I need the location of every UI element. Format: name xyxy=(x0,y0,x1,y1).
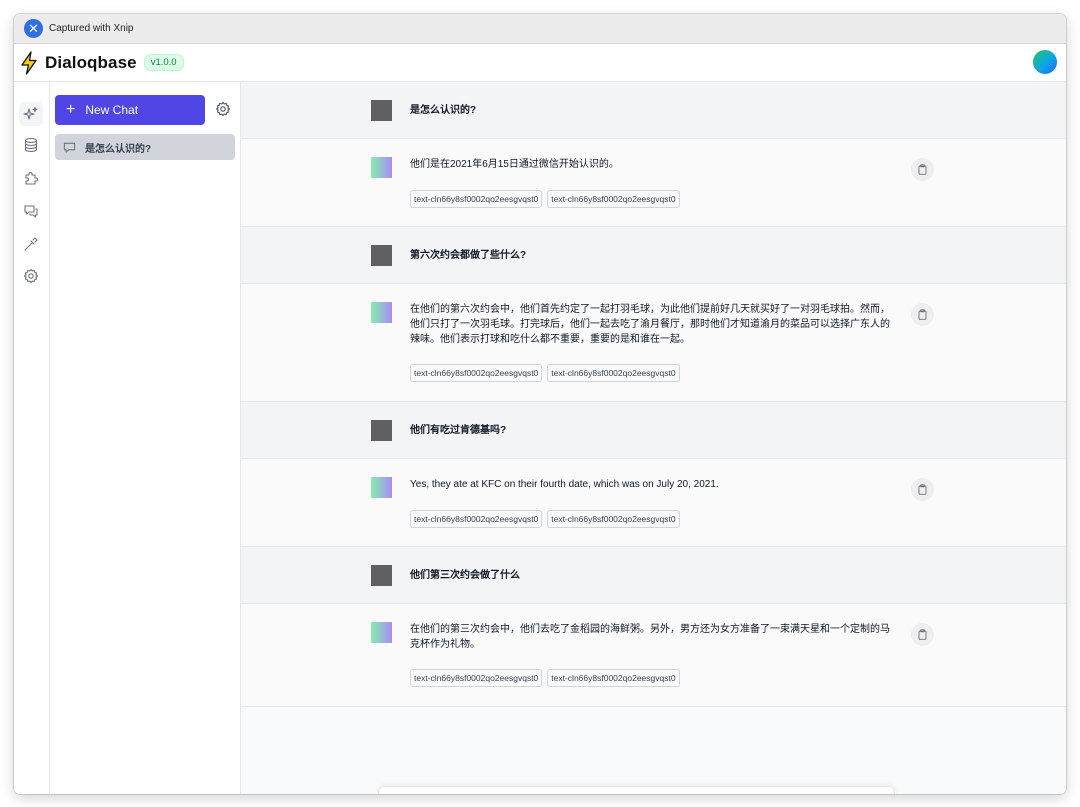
icon-rail xyxy=(14,82,50,794)
history-item[interactable]: 是怎么认识的? xyxy=(55,134,235,160)
plus-icon: + xyxy=(66,101,76,118)
xnip-icon: ✕ xyxy=(24,19,43,38)
version-badge: v1.0.0 xyxy=(143,54,184,71)
user-avatar[interactable] xyxy=(1033,50,1057,74)
chat-sidebar: + New Chat 是怎么认识的? xyxy=(50,82,241,794)
message-text: 在他们的第六次约会中，他们首先约定了一起打羽毛球，为此他们提前好几天就买好了一对… xyxy=(410,304,890,345)
message-text: 是怎么认识的? xyxy=(410,105,477,116)
source-tag[interactable]: text-cln66y8sf0002qo2eesgvqst0 xyxy=(410,364,543,382)
clipboard-icon xyxy=(918,309,927,320)
source-tag[interactable]: text-cln66y8sf0002qo2eesgvqst0 xyxy=(410,190,543,208)
message-text: 他们第三次约会做了什么 xyxy=(410,570,520,581)
clipboard-icon xyxy=(918,164,927,175)
settings-gear-icon[interactable] xyxy=(215,101,231,117)
copy-button[interactable] xyxy=(911,623,934,646)
source-list: text-cln66y8sf0002qo2eesgvqst0 text-cln6… xyxy=(410,510,685,528)
lightning-bolt-icon xyxy=(21,50,37,75)
source-tag[interactable]: text-cln66y8sf0002qo2eesgvqst0 xyxy=(547,190,680,208)
user-message-avatar xyxy=(371,245,392,266)
bot-message: 他们是在2021年6月15日通过微信开始认识的。 text-cln66y8sf0… xyxy=(241,139,1066,227)
clipboard-icon xyxy=(918,629,927,640)
puzzle-icon[interactable] xyxy=(19,166,43,190)
bot-message-avatar xyxy=(371,302,392,323)
chat-area: 是怎么认识的? 他们是在2021年6月15日通过微信开始认识的。 text-cl… xyxy=(241,82,1066,794)
copy-button[interactable] xyxy=(911,478,934,501)
copy-button[interactable] xyxy=(911,303,934,326)
capture-bar: ✕ Captured with Xnip xyxy=(14,14,1066,44)
sparkles-icon[interactable] xyxy=(19,102,43,126)
source-tag[interactable]: text-cln66y8sf0002qo2eesgvqst0 xyxy=(410,669,543,687)
new-chat-button[interactable]: + New Chat xyxy=(55,95,205,125)
bot-message: 在他们的第三次约会中，他们去吃了金稻园的海鲜粥。另外，男方还为女方准备了一束满天… xyxy=(241,604,1066,707)
user-message-avatar xyxy=(371,565,392,586)
bot-message-avatar xyxy=(371,622,392,643)
bot-message: Yes, they ate at KFC on their fourth dat… xyxy=(241,459,1066,547)
clipboard-icon xyxy=(918,484,927,495)
source-tag[interactable]: text-cln66y8sf0002qo2eesgvqst0 xyxy=(410,510,543,528)
message-text: 在他们的第三次约会中，他们去吃了金稻园的海鲜粥。另外，男方还为女方准备了一束满天… xyxy=(410,624,890,650)
chat-bubbles-icon[interactable] xyxy=(19,199,43,223)
message-text: 他们有吃过肯德基吗? xyxy=(410,425,507,436)
dropper-icon[interactable] xyxy=(19,232,43,256)
message-text: 他们是在2021年6月15日通过微信开始认识的。 xyxy=(410,159,619,170)
source-tag[interactable]: text-cln66y8sf0002qo2eesgvqst0 xyxy=(547,669,680,687)
source-list: text-cln66y8sf0002qo2eesgvqst0 text-cln6… xyxy=(410,669,685,687)
user-message: 他们第三次约会做了什么 xyxy=(241,547,1066,604)
copy-button[interactable] xyxy=(911,158,934,181)
bot-message-avatar xyxy=(371,477,392,498)
history-item-label: 是怎么认识的? xyxy=(85,143,152,155)
new-chat-label: New Chat xyxy=(85,103,139,117)
message-text: 第六次约会都做了些什么? xyxy=(410,250,527,261)
chat-bubble-icon xyxy=(63,142,76,153)
app-window: ✕ Captured with Xnip Dialoqbase v1.0.0 +… xyxy=(14,14,1066,794)
source-list: text-cln66y8sf0002qo2eesgvqst0 text-cln6… xyxy=(410,190,685,208)
bot-message: 在他们的第六次约会中，他们首先约定了一起打羽毛球，为此他们提前好几天就买好了一对… xyxy=(241,284,1066,402)
user-message: 第六次约会都做了些什么? xyxy=(241,227,1066,284)
top-header: Dialoqbase v1.0.0 xyxy=(14,44,1066,82)
capture-label: Captured with Xnip xyxy=(49,23,134,34)
user-message-avatar xyxy=(371,420,392,441)
user-message-avatar xyxy=(371,100,392,121)
bot-message-avatar xyxy=(371,157,392,178)
user-message: 他们有吃过肯德基吗? xyxy=(241,402,1066,459)
message-text: Yes, they ate at KFC on their fourth dat… xyxy=(410,479,719,490)
user-message: 是怎么认识的? xyxy=(241,82,1066,139)
chat-input-box[interactable] xyxy=(378,786,895,794)
source-tag[interactable]: text-cln66y8sf0002qo2eesgvqst0 xyxy=(547,364,680,382)
source-tag[interactable]: text-cln66y8sf0002qo2eesgvqst0 xyxy=(547,510,680,528)
source-list: text-cln66y8sf0002qo2eesgvqst0 text-cln6… xyxy=(410,364,685,382)
cog-icon[interactable] xyxy=(19,264,43,288)
database-icon[interactable] xyxy=(19,133,43,157)
brand-name[interactable]: Dialoqbase xyxy=(45,53,137,73)
